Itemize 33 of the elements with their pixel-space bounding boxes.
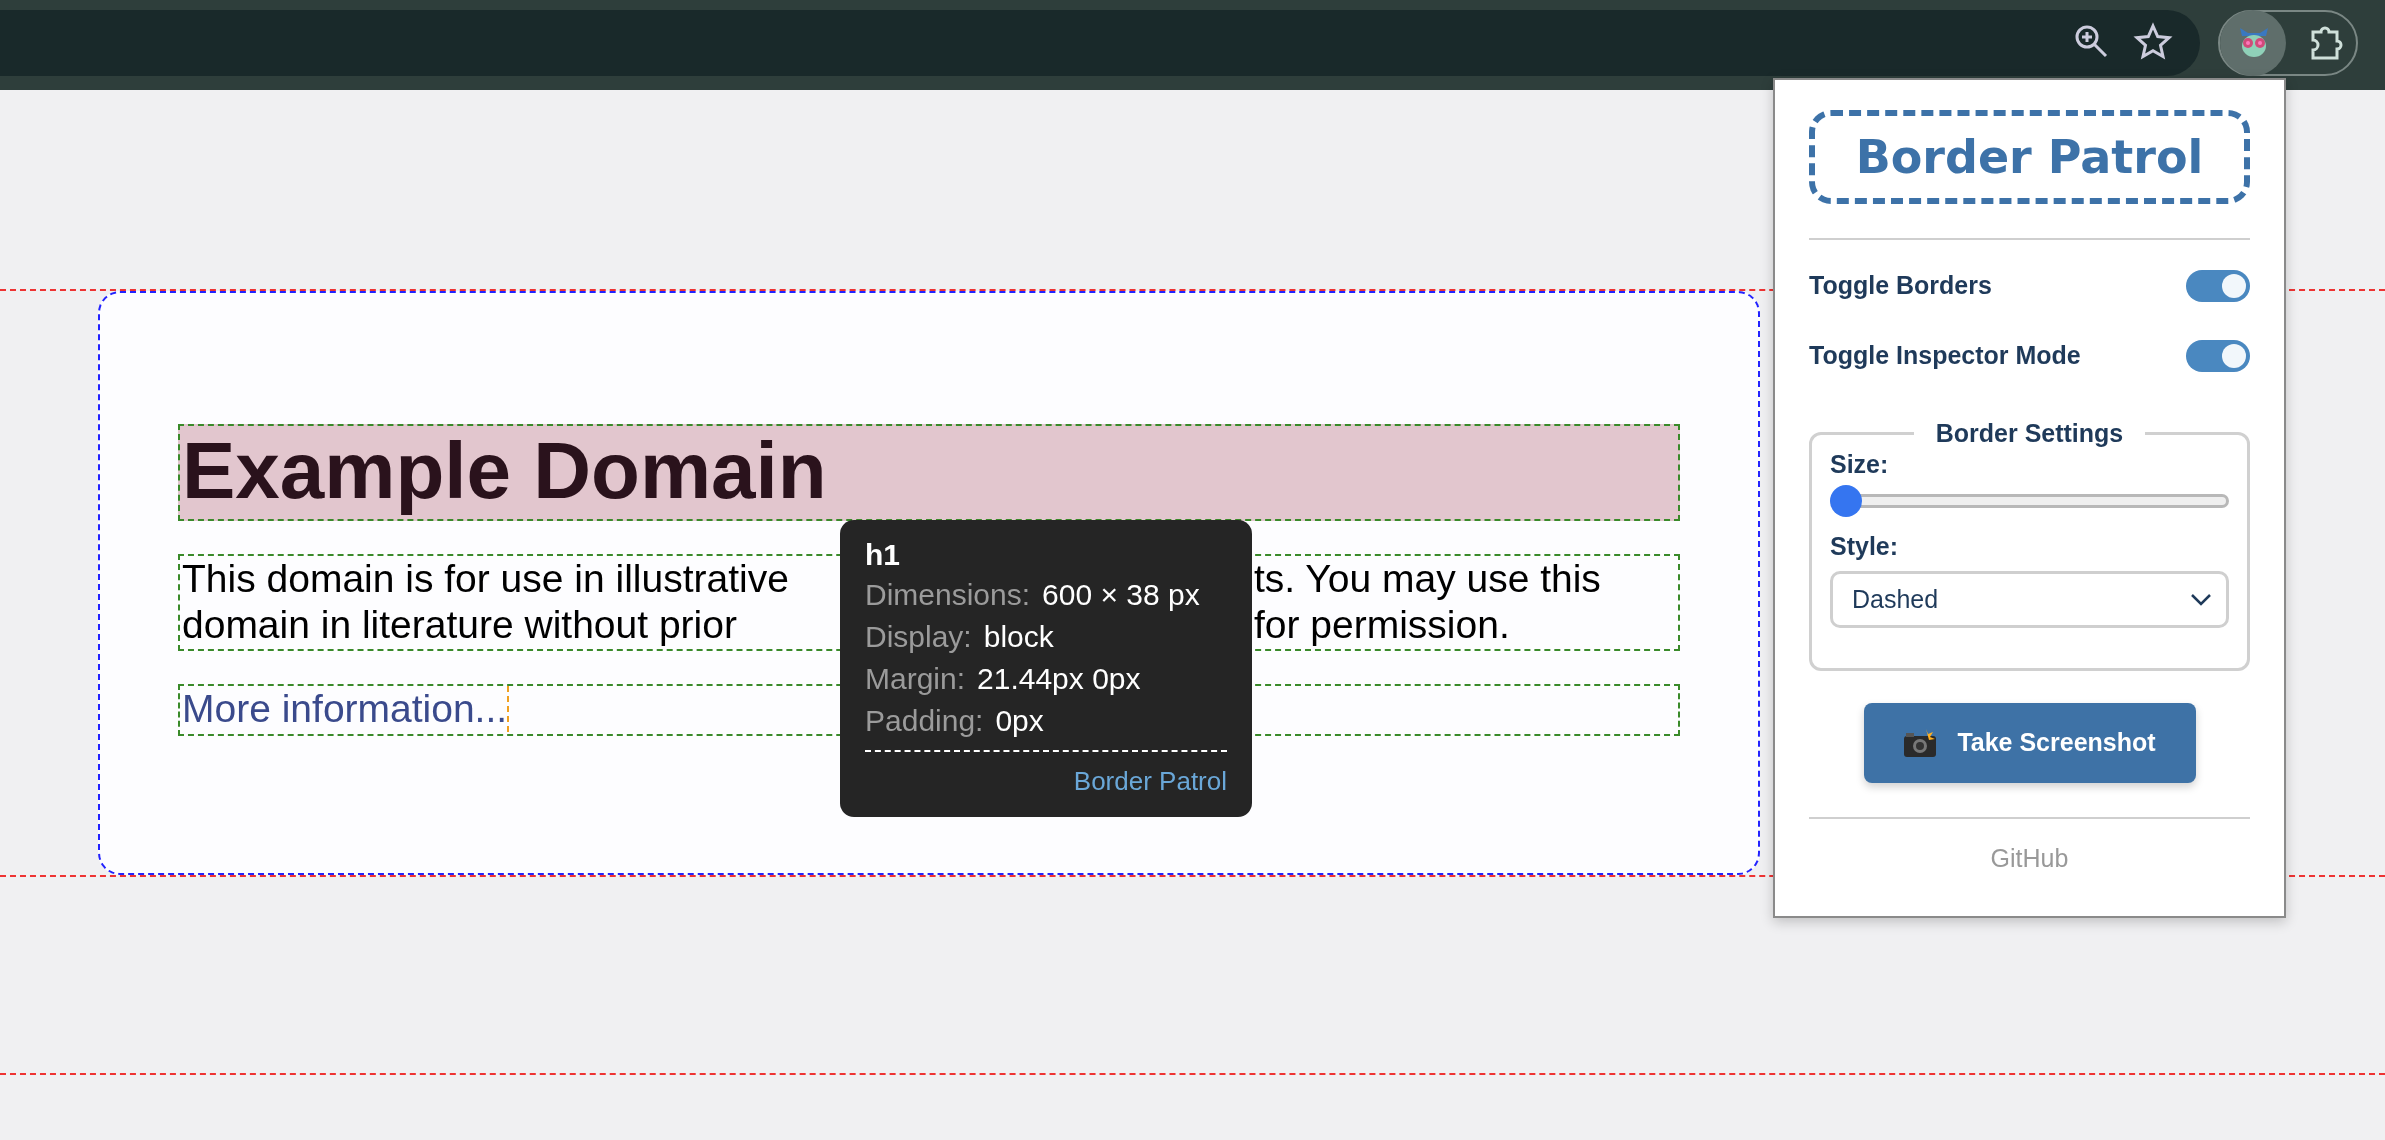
paragraph-text: ts. You may use this bbox=[1254, 556, 1602, 602]
slider-thumb[interactable] bbox=[1830, 485, 1862, 517]
property-label: Padding: bbox=[865, 704, 984, 737]
property-value: 0px bbox=[995, 704, 1044, 737]
paragraph-text: for permission. bbox=[1254, 602, 1511, 648]
select-value: Dashed bbox=[1852, 583, 1939, 615]
more-information-link[interactable]: More information... bbox=[180, 686, 510, 732]
element-tag: h1 bbox=[865, 536, 1227, 574]
toggle-label: Toggle Inspector Mode bbox=[1809, 340, 2081, 372]
puzzle-icon[interactable] bbox=[2310, 26, 2344, 60]
style-label: Style: bbox=[1830, 531, 1900, 561]
property-label: Margin: bbox=[865, 662, 966, 695]
paragraph-text: domain in literature without prior bbox=[182, 602, 738, 648]
star-icon[interactable] bbox=[2133, 22, 2173, 62]
logo-title: Border Patrol bbox=[1809, 110, 2250, 204]
toggle-label: Toggle Borders bbox=[1809, 270, 1992, 302]
toggle-switch[interactable] bbox=[2186, 270, 2250, 302]
chevron-down-icon bbox=[2190, 592, 2212, 607]
paragraph-text: This domain is for use in illustrative bbox=[182, 556, 790, 602]
property-label: Dimensions: bbox=[865, 578, 1031, 611]
size-label: Size: bbox=[1830, 449, 1890, 479]
slider-track[interactable] bbox=[1830, 485, 2229, 517]
settings-legend: Border Settings bbox=[1913, 417, 2146, 449]
style-select[interactable]: Dashed bbox=[1830, 571, 2229, 628]
toggle-switch[interactable] bbox=[2186, 340, 2250, 372]
property-value: 21.44px 0px bbox=[977, 662, 1141, 695]
page-heading: Example Domain bbox=[178, 424, 1680, 521]
tooltip-footer: Border Patrol bbox=[865, 762, 1227, 800]
camera-icon bbox=[1903, 728, 1938, 758]
screenshot-button[interactable]: Take Screenshot bbox=[1863, 703, 2196, 783]
property-value: block bbox=[983, 620, 1054, 653]
property-label: Display: bbox=[865, 620, 972, 653]
property-value: 600 × 38 px bbox=[1042, 578, 1200, 611]
